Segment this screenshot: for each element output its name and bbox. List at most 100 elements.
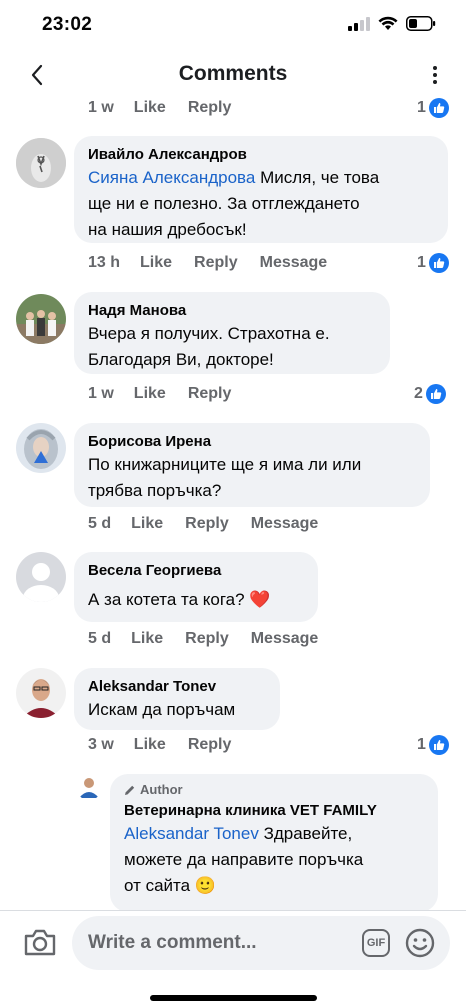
wifi-icon [378,16,398,30]
comment-text: Вчера я получих. Страхотна е. Благодаря … [88,321,376,373]
camera-button[interactable] [22,925,58,961]
like-button[interactable]: Like [131,630,163,648]
comment-text-line: По книжарниците ще я има ли или [88,455,362,474]
comment-actions: 3 w Like Reply [88,736,253,754]
comment-author[interactable]: Борисова Ирена [88,432,416,452]
like-reaction-icon [425,384,446,404]
comment-bubble[interactable]: Надя Манова Вчера я получих. Страхотна е… [74,292,390,374]
reaction-count-label: 1 [417,736,426,753]
comment-time: 1 w [88,99,114,116]
reply-button[interactable]: Reply [188,736,232,754]
comment-text-line: Здравейте, [258,824,353,843]
mention-link[interactable]: Aleksandar Tonev [124,824,259,843]
composer-bar: Write a comment... GIF [0,910,466,1008]
cellular-signal-icon [348,16,370,31]
like-button[interactable]: Like [131,515,163,533]
pencil-icon [125,785,135,795]
avatar[interactable] [16,552,66,602]
reaction-count-label: 1 [417,254,426,271]
avatar[interactable] [16,138,66,188]
avatar[interactable] [16,423,66,473]
comment-text-line: трябва поръчка? [88,481,222,500]
comment-text: А за котета та кога? ❤️ [88,590,271,609]
comment-actions: 1 w Like Reply [88,99,253,117]
more-options-button[interactable] [428,62,442,88]
message-button[interactable]: Message [260,254,328,272]
like-button[interactable]: Like [140,254,172,272]
comment-bubble[interactable]: Весела Георгиева А за котета та кога? ❤️ [74,552,318,622]
comment-actions: 1 w Like Reply [88,385,253,403]
comment-actions: 13 h Like Reply Message [88,254,349,272]
page-title: Comments [178,62,288,85]
comment-text-line: Мисля, че това [255,168,380,187]
comment-text-line: можете да направите поръчка [124,850,364,869]
message-button[interactable]: Message [251,515,319,533]
comment-bubble[interactable]: Aleksandar Tonev Искам да поръчам [74,668,280,730]
comment-author[interactable]: Весела Георгиева [88,561,304,581]
comment-author[interactable]: Ветеринарна клиника VET FAMILY [124,801,424,821]
comment-author[interactable]: Надя Манова [88,301,376,321]
comment-author[interactable]: Aleksandar Tonev [88,677,266,697]
comment-actions: 5 d Like Reply Message [88,515,340,533]
emoji-button[interactable] [404,927,436,959]
like-reaction-icon [428,253,449,273]
like-button[interactable]: Like [134,99,166,117]
comment-text-line: Благодаря Ви, докторе! [88,350,274,369]
comment-text: По книжарниците ще я има ли или трябва п… [88,452,416,504]
home-indicator [150,995,317,1001]
camera-icon [24,929,56,956]
comment-actions: 5 d Like Reply Message [88,630,340,648]
reaction-count[interactable]: 1 [417,253,449,273]
author-tag: Author [124,781,424,799]
header: Comments [0,52,466,98]
comment-bubble[interactable]: Борисова Ирена По книжарниците ще я има … [74,423,430,507]
battery-icon [406,16,436,31]
avatar[interactable] [16,668,66,718]
comment-author[interactable]: Ивайло Александров [88,145,434,165]
reply-button[interactable]: Reply [185,515,229,533]
comment-text: Сияна Александрова Мисля, че това ще ни … [88,165,434,243]
message-button[interactable]: Message [251,630,319,648]
mention-link[interactable]: Сияна Александрова [88,168,255,187]
like-reaction-icon [428,735,449,755]
comment-text: Искам да поръчам [88,700,236,719]
reply-button[interactable]: Reply [188,385,232,403]
reply-button[interactable]: Reply [194,254,238,272]
comment-time: 1 w [88,385,114,402]
status-time: 23:02 [42,14,93,35]
reaction-count[interactable]: 2 [414,384,446,404]
comment-bubble[interactable]: Ивайло Александров Сияна Александрова Ми… [74,136,448,243]
avatar[interactable] [16,294,66,344]
more-dot-icon [433,73,437,77]
comment-text-line: на нашия дребосък! [88,220,247,239]
like-reaction-icon [428,98,449,118]
reaction-count-label: 1 [417,99,426,116]
comment-time: 5 d [88,515,112,532]
avatar[interactable] [76,774,102,800]
comment-time: 5 d [88,630,112,647]
reaction-count-label: 2 [414,385,423,402]
comment-text-line: ще ни е полезно. За отглеждането [88,194,360,213]
comment-text-line: от сайта 🙂 [124,876,216,895]
reaction-count[interactable]: 1 [417,735,449,755]
comment-input[interactable]: Write a comment... GIF [72,916,450,970]
comment-time: 13 h [88,254,121,271]
more-dot-icon [433,80,437,84]
like-button[interactable]: Like [134,736,166,754]
default-avatar-icon [16,552,66,602]
gif-button[interactable]: GIF [362,929,390,957]
comment-text-line: Вчера я получих. Страхотна е. [88,324,330,343]
smiley-icon [405,928,435,958]
like-button[interactable]: Like [134,385,166,403]
comment-text: Aleksandar Tonev Здравейте, можете да на… [124,821,424,899]
comments-list[interactable]: 1 w Like Reply 1 Ивайло Александров Сиян… [0,98,466,910]
more-dot-icon [433,66,437,70]
author-tag-label: Author [140,782,183,797]
reply-bubble[interactable]: Author Ветеринарна клиника VET FAMILY Al… [110,774,438,910]
comment-time: 3 w [88,736,114,753]
reaction-count[interactable]: 1 [417,98,449,118]
reply-button[interactable]: Reply [188,99,232,117]
status-bar: 23:02 [0,0,466,52]
comment-input-placeholder: Write a comment... [88,932,257,953]
reply-button[interactable]: Reply [185,630,229,648]
